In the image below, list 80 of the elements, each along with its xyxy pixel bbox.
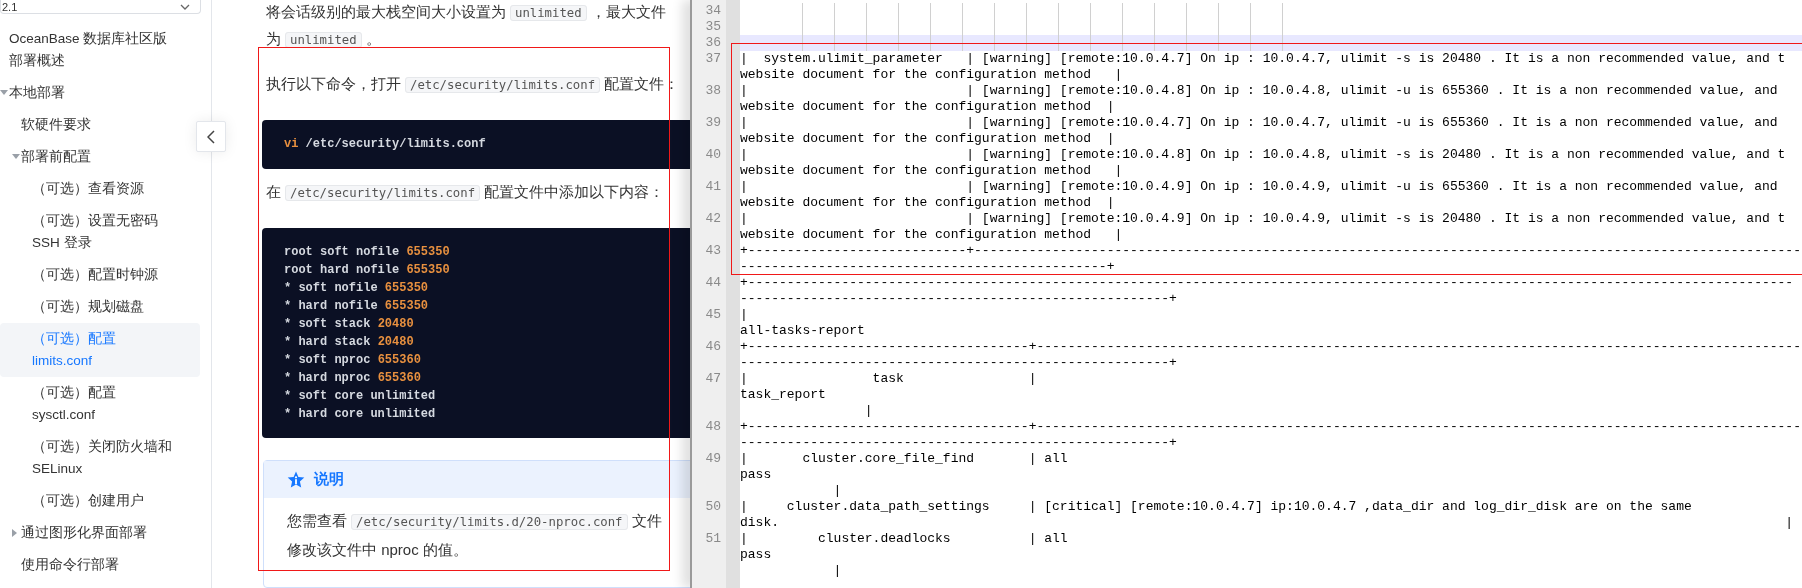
nav-item[interactable]: （可选）查看资源 — [0, 173, 200, 205]
line-number: 39 — [704, 115, 722, 131]
line-number: 44 — [704, 275, 722, 291]
code-line: | | [warning] [remote:10.0.4.9] On ip : 10.0.4.9, ulimit -s is 20480 . It is a non recommended value, and t — [740, 211, 1786, 226]
line-number: 48 — [704, 419, 722, 435]
code-block: root soft nofile 655350 root hard nofile 655350 * soft nofile 655350 * hard nofile 655350 * soft stack 20480 * hard stack 20480 * soft nproc 655360 * hard nproc 655360 * soft core unlimited * hard core unlimited — [262, 228, 690, 438]
chevron-down-icon — [180, 3, 190, 10]
chevron-left-icon — [207, 129, 215, 144]
code-line: | cluster.data_path_settings | [critical] [remote:10.0.4.7] ip:10.0.4.7 ,data_dir and log_dir_disk are on the same — [740, 499, 1692, 514]
caret-down-icon — [11, 154, 20, 160]
paragraph: 在 /etc/security/limits.conf 配置文件中添加以下内容： — [266, 182, 666, 203]
code-line: | | [warning] [remote:10.0.4.8] On ip : 10.0.4.8, ulimit -u is 655360 . It is a non recommended value, and — [740, 83, 1778, 98]
line-number: 34 — [704, 3, 722, 19]
nav-item[interactable]: （可选）关闭防火墙和 SELinux — [0, 431, 200, 485]
line-number: 38 — [704, 83, 722, 99]
code-line: | cluster.core_file_find | all — [740, 451, 1068, 466]
code-line: task_report — [740, 387, 826, 402]
nav-item[interactable]: （可选）配置时钟源 — [0, 259, 200, 291]
code-line: website document for the configuration method | — [740, 227, 1123, 242]
nav-item[interactable]: OceanBase 数据库社区版部署概述 — [0, 23, 200, 77]
nav-item[interactable]: 本地部署 — [0, 77, 200, 109]
code-block: vi /etc/security/limits.conf — [262, 120, 690, 169]
code-line: pass — [740, 547, 772, 562]
code-line: | cluster.deadlocks | all — [740, 531, 1068, 546]
code-line: website document for the configuration method | — [740, 195, 1115, 210]
caret-down-icon — [0, 90, 8, 96]
nav-item[interactable]: 通过图形化界面部署 — [0, 517, 200, 549]
code-line: | | [warning] [remote:10.0.4.7] On ip : 10.0.4.7, ulimit -u is 655360 . It is a non recommended value, and — [740, 115, 1778, 130]
line-number: 47 — [704, 371, 722, 387]
version-select[interactable]: 2.1 — [0, 0, 201, 14]
line-number: 42 — [704, 211, 722, 227]
code-line: | task | — [740, 371, 1037, 386]
caret-right-icon — [11, 529, 18, 537]
nav-item[interactable]: （可选）配置 sysctl.conf — [0, 377, 200, 431]
code-line: | — [832, 563, 842, 578]
code-line: +------------------------------------+-------------------------------------------------------------------------------------------------- — [740, 419, 1801, 434]
line-number: 45 — [704, 307, 722, 323]
code-line: -----------------------------------------------+ — [740, 259, 1115, 274]
code-line: disk. | — [740, 515, 1794, 530]
nav-item[interactable]: （可选）配置 limits.conf — [0, 323, 200, 377]
code-line: +-------------------------------------------------------------------------------------------------------------------------------------- — [740, 275, 1794, 290]
code-line: | | [warning] [remote:10.0.4.9] On ip : 10.0.4.9, ulimit -u is 655360 . It is a non recommended value, and — [740, 179, 1778, 194]
nav-item[interactable]: 软硬件要求 — [0, 109, 200, 141]
note-title: 说明 — [314, 470, 344, 489]
code-line: | system.ulimit_parameter | [warning] [remote:10.0.4.7] On ip : 10.0.4.7, ulimit -s is 20480 . It is a non recommended value, and t — [740, 51, 1786, 66]
paragraph: 执行以下命令，打开 /etc/security/limits.conf 配置文件： — [266, 74, 681, 95]
code-line: +----------------------------+---------------------------------------------------------------------------------------------------------- — [740, 243, 1801, 258]
line-number: 49 — [704, 451, 722, 467]
nav-item[interactable]: （可选）设置无密码 SSH 登录 — [0, 205, 200, 259]
code-line: -------------------------------------------------------+ — [740, 355, 1177, 370]
code-line: -------------------------------------------------------+ — [740, 291, 1177, 306]
code-line: | | [warning] [remote:10.0.4.8] On ip : 10.0.4.8, ulimit -s is 20480 . It is a non recommended value, and t — [740, 147, 1786, 162]
code-line: website document for the configuration method | — [740, 163, 1123, 178]
code-line: +------------------------------------+-------------------------------------------------------------------------------------------------- — [740, 339, 1801, 354]
nav-item[interactable]: 部署前配置 — [0, 141, 200, 173]
code-line: | — [740, 307, 748, 322]
line-number: 36 — [704, 35, 722, 51]
nav-item[interactable]: （可选）创建用户 — [0, 485, 200, 517]
code-line: website document for the configuration method | — [740, 99, 1115, 114]
nav-item[interactable]: （可选）规划磁盘 — [0, 291, 200, 323]
paragraph: 将会话级别的最大栈空间大小设置为 unlimited ，最大文件 为 unlimited 。 — [266, 2, 667, 50]
line-number: 46 — [704, 339, 722, 355]
code-line: | — [863, 403, 873, 418]
line-number: 35 — [704, 19, 722, 35]
line-number: 51 — [704, 531, 722, 547]
line-number: 40 — [704, 147, 722, 163]
note-text: 您需查看 /etc/security/limits.d/20-nproc.conf 文件 修改该文件中 nproc 的值。 — [286, 511, 663, 560]
collapse-sidebar-button[interactable] — [196, 121, 226, 152]
info-star-icon — [287, 470, 305, 489]
code-line: pass — [740, 467, 772, 482]
code-line: all-tasks-report — [740, 323, 865, 338]
line-number: 43 — [704, 243, 722, 259]
line-number: 41 — [704, 179, 722, 195]
nav-item[interactable]: 使用命令行部署 — [0, 549, 200, 581]
line-number: 37 — [704, 51, 722, 67]
code-line: website document for the configuration method | — [740, 131, 1115, 146]
line-number: 50 — [704, 499, 722, 515]
code-line: -------------------------------------------------------+ — [740, 435, 1177, 450]
code-line: | — [832, 483, 842, 498]
code-line: website document for the configuration method | — [740, 67, 1123, 82]
